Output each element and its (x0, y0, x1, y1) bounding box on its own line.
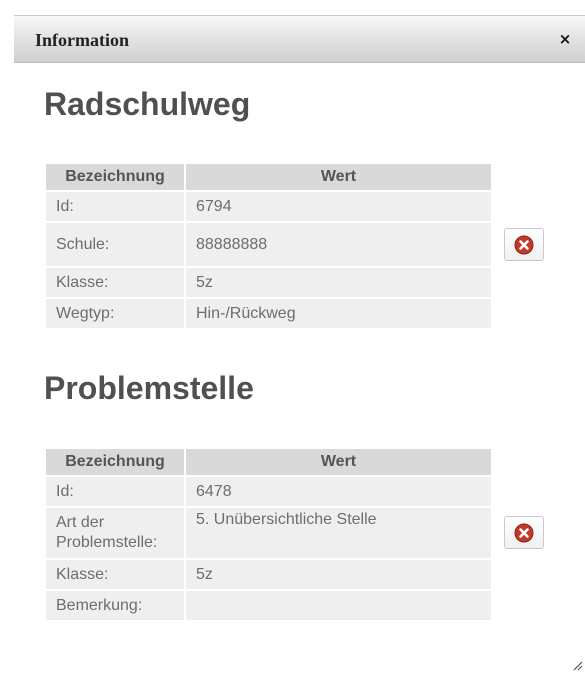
row-value: 6478 (186, 477, 491, 506)
column-header-bezeichnung: Bezeichnung (46, 449, 184, 475)
row-label: Id: (46, 192, 184, 221)
table-row: Bemerkung: (46, 591, 491, 620)
red-x-circle-icon (514, 523, 534, 543)
table-row: Klasse: 5z (46, 560, 491, 589)
section-heading-radschulweg: Radschulweg (44, 86, 251, 122)
table-header-row: Bezeichnung Wert (46, 449, 491, 475)
row-label: Klasse: (46, 268, 184, 297)
row-value: 88888888 (186, 223, 491, 266)
row-label: Id: (46, 477, 184, 506)
table-row: Art der Problemstelle: 5. Unübersichtlic… (46, 508, 491, 558)
resize-handle-icon[interactable] (571, 659, 583, 671)
row-value: 6794 (186, 192, 491, 221)
section-heading-problemstelle: Problemstelle (44, 370, 254, 406)
column-header-wert: Wert (186, 164, 491, 190)
problemstelle-table: Bezeichnung Wert Id: 6478 Art der Proble… (44, 447, 493, 622)
red-x-circle-icon (514, 235, 534, 255)
row-value: 5z (186, 560, 491, 589)
row-label: Wegtyp: (46, 299, 184, 328)
row-value (186, 591, 491, 620)
delete-problemstelle-button[interactable] (504, 516, 544, 549)
row-label: Schule: (46, 223, 184, 266)
table-row: Id: 6794 (46, 192, 491, 221)
table-row: Id: 6478 (46, 477, 491, 506)
table-row: Klasse: 5z (46, 268, 491, 297)
dialog-title: Information (35, 30, 129, 50)
row-label: Art der Problemstelle: (46, 508, 184, 558)
row-label: Bemerkung: (46, 591, 184, 620)
row-value: Hin-/Rückweg (186, 299, 491, 328)
radschulweg-table: Bezeichnung Wert Id: 6794 Schule: 888888… (44, 162, 493, 330)
close-icon[interactable]: × (557, 31, 573, 47)
row-label: Klasse: (46, 560, 184, 589)
table-row: Schule: 88888888 (46, 223, 491, 266)
column-header-bezeichnung: Bezeichnung (46, 164, 184, 190)
delete-radschulweg-button[interactable] (504, 228, 544, 261)
row-value: 5. Unübersichtliche Stelle (186, 508, 491, 558)
column-header-wert: Wert (186, 449, 491, 475)
row-value: 5z (186, 268, 491, 297)
table-header-row: Bezeichnung Wert (46, 164, 491, 190)
dialog-titlebar[interactable]: Information × (14, 15, 585, 63)
information-dialog: Information × Radschulweg Bezeichnung We… (14, 15, 585, 673)
table-row: Wegtyp: Hin-/Rückweg (46, 299, 491, 328)
